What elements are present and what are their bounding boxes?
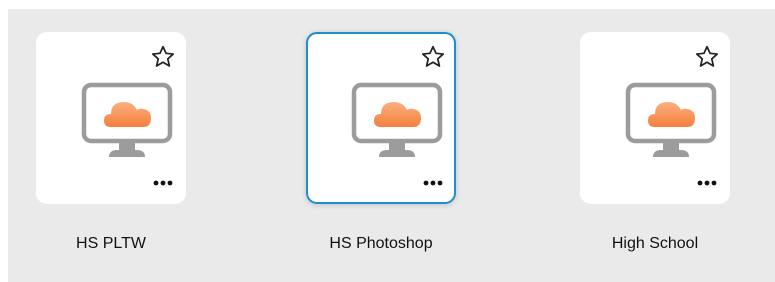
more-options-icon[interactable] (696, 178, 718, 188)
cloud-monitor-icon (625, 82, 717, 157)
more-options-icon[interactable] (152, 178, 174, 188)
cloud-monitor-icon (351, 82, 443, 157)
star-icon[interactable] (150, 44, 176, 70)
app-card[interactable] (580, 32, 730, 204)
app-card-selected[interactable] (306, 32, 456, 204)
cloud-monitor-icon (81, 82, 173, 157)
star-icon[interactable] (694, 44, 720, 70)
app-card[interactable] (36, 32, 186, 204)
star-icon[interactable] (420, 44, 446, 70)
more-options-icon[interactable] (422, 178, 444, 188)
app-name[interactable]: HS PLTW (18, 235, 204, 253)
app-name[interactable]: HS Photoshop (288, 235, 474, 253)
app-name[interactable]: High School (562, 235, 748, 253)
app-grid: HS PLTW HS Photoshop High School (8, 9, 775, 282)
